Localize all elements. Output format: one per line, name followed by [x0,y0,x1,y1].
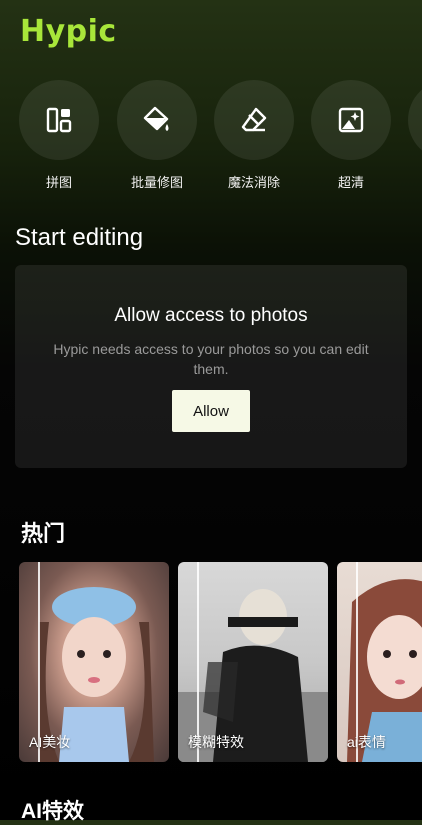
eraser-icon [241,107,267,132]
tool-magic-erase[interactable]: 魔法消除 [214,80,294,190]
hot-card-caption: 模糊特效 [188,734,244,750]
tool-shortcuts-row: 拼图 批量修图 魔法消除 超清 [0,80,422,190]
access-card-description: Hypic needs access to your photos so you… [53,341,369,377]
ai-effects-section-title: AI特效 [21,800,84,823]
tool-hd-label: 超清 [337,175,364,190]
tool-batch-edit-circle[interactable] [117,80,197,160]
app-logo: Hypic [20,14,117,49]
hot-card-ai-makeup[interactable]: AI美妆 [19,562,169,762]
hot-card-caption: AI美妆 [29,734,71,750]
paint-bucket-icon [143,106,169,131]
tool-hd-circle[interactable] [311,80,391,160]
photo-access-card: Allow access to photos Hypic needs acces… [15,265,407,468]
hot-card-caption: ai表情 [347,734,386,750]
tool-batch-edit[interactable]: 批量修图 [117,80,197,190]
tool-magic-erase-label: 魔法消除 [227,175,280,190]
hot-card-blur-effect[interactable]: 模糊特效 [178,562,328,762]
image-enhance-icon [338,107,364,133]
hot-section-title: 热门 [21,521,66,546]
hot-cards-row: AI美妆 模糊特效 ai表情 [0,562,422,762]
tool-collage-label: 拼图 [45,175,72,190]
start-editing-title: Start editing [15,224,144,251]
collage-icon [46,107,72,133]
access-card-title: Allow access to photos [114,305,308,326]
tool-collage[interactable]: 拼图 [19,80,99,190]
tool-magic-erase-circle[interactable] [214,80,294,160]
tool-collage-circle[interactable] [19,80,99,160]
hot-card-ai-expression[interactable]: ai表情 [337,562,422,762]
allow-button[interactable]: Allow [172,390,250,432]
tool-partial-next[interactable] [408,80,422,160]
tool-hd[interactable]: 超清 [311,80,391,190]
tool-batch-edit-label: 批量修图 [130,175,183,190]
tool-partial-circle[interactable] [408,80,422,160]
